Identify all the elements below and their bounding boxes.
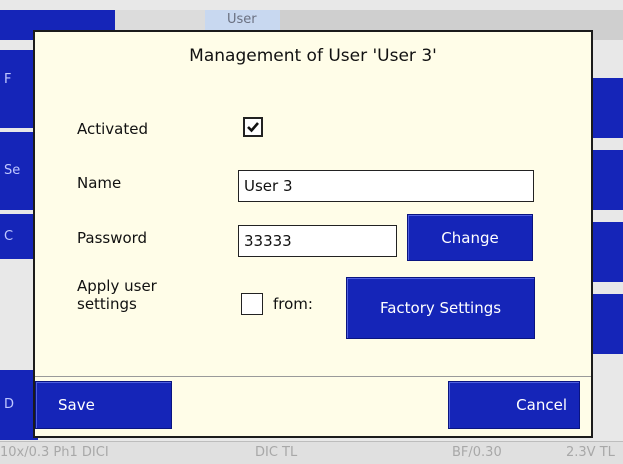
- apply-settings-label: Apply user settings: [77, 277, 157, 313]
- background-left-button-4-label: D: [4, 397, 15, 412]
- apply-settings-label-line2: settings: [77, 295, 137, 313]
- status-bar: 10x/0.3 Ph1 DICI DIC TL BF/0.30 2.3V TL: [0, 441, 623, 464]
- change-password-button[interactable]: Change: [407, 214, 533, 261]
- background-right-button-1[interactable]: [590, 78, 623, 138]
- background-left-button-3-label: C: [4, 229, 14, 244]
- save-label: Save: [58, 396, 95, 414]
- activated-label: Activated: [77, 120, 148, 138]
- status-condenser: BF/0.30: [452, 445, 502, 460]
- dialog-title: Management of User 'User 3': [189, 46, 437, 66]
- status-contrast: DIC TL: [255, 445, 298, 460]
- save-button[interactable]: Save: [35, 381, 172, 429]
- password-field[interactable]: 33333: [238, 225, 397, 257]
- name-label: Name: [77, 174, 122, 192]
- checkmark-icon: [247, 122, 259, 133]
- background-right-button-2[interactable]: [590, 150, 623, 210]
- apply-settings-label-line1: Apply user: [77, 277, 157, 295]
- status-lamp: 2.3V TL: [566, 445, 615, 460]
- cancel-label: Cancel: [516, 396, 567, 414]
- factory-settings-button[interactable]: Factory Settings: [346, 277, 535, 339]
- user-management-dialog: Management of User 'User 3' Activated Na…: [33, 30, 593, 438]
- password-label: Password: [77, 229, 148, 247]
- background-right-button-4[interactable]: [590, 294, 623, 354]
- dialog-footer: Save Cancel: [35, 376, 591, 437]
- name-field[interactable]: User 3: [238, 170, 534, 202]
- activated-checkbox[interactable]: [243, 117, 263, 137]
- background-right-button-3[interactable]: [590, 222, 623, 282]
- cancel-button[interactable]: Cancel: [448, 381, 580, 429]
- background-left-button-1-label: F: [4, 72, 12, 87]
- factory-settings-label: Factory Settings: [379, 299, 502, 317]
- status-objective: 10x/0.3 Ph1 DICI: [0, 445, 109, 460]
- from-label: from:: [273, 295, 313, 313]
- background-left-button-2-label: Se: [4, 163, 21, 178]
- apply-settings-checkbox[interactable]: [241, 293, 263, 315]
- change-password-label: Change: [441, 228, 499, 247]
